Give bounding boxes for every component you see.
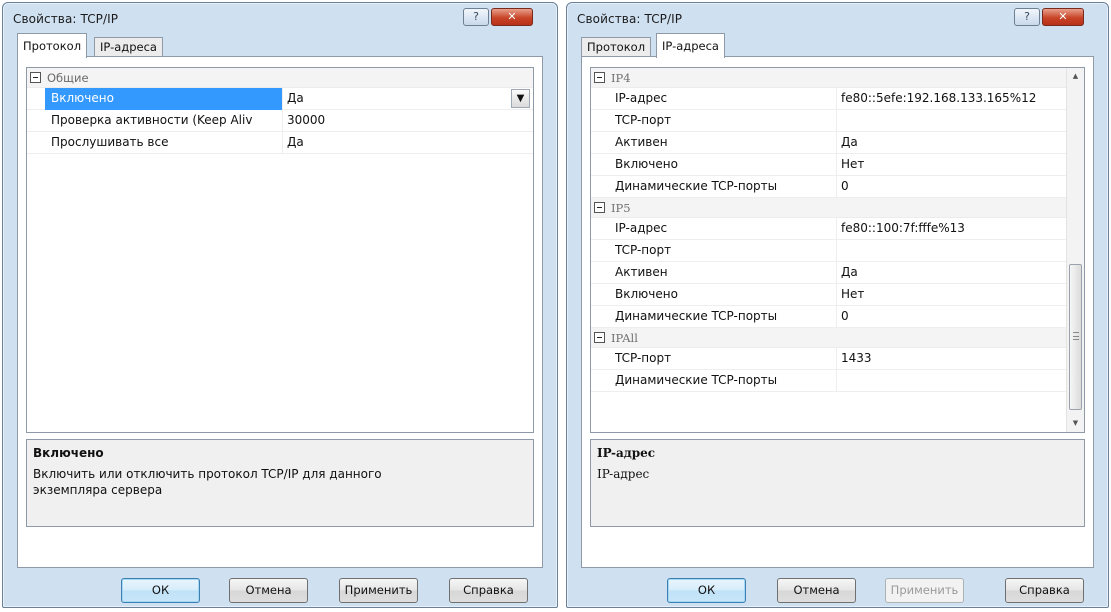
property-name[interactable]: Прослушивать все xyxy=(45,132,283,154)
tcpip-properties-dialog-protocol: Свойства: TCP/IP ? ✕ Протокол IP-адреса … xyxy=(2,2,558,608)
help-icon[interactable]: ? xyxy=(1014,8,1040,26)
property-row[interactable]: Динамические TCP-порты xyxy=(591,370,1084,392)
property-row[interactable]: Динамические TCP-порты 0 xyxy=(591,176,1084,198)
tab-ip-addresses[interactable]: IP-адреса xyxy=(94,37,163,57)
property-name[interactable]: Включено xyxy=(45,88,283,110)
apply-button[interactable]: Применить xyxy=(339,578,418,603)
arrow-up-icon[interactable]: ▲ xyxy=(1067,68,1084,85)
property-row[interactable]: TCP-порт xyxy=(591,240,1084,262)
title-bar: Свойства: TCP/IP ? ✕ xyxy=(567,3,1108,33)
property-row[interactable]: IP-адрес fe80::100:7f:fffe%13 xyxy=(591,218,1084,240)
property-name[interactable]: Активен xyxy=(609,132,837,154)
property-value[interactable]: Да xyxy=(283,132,304,154)
description-title: IP-адрес xyxy=(597,446,656,460)
property-value[interactable]: 1433 xyxy=(837,348,872,370)
property-name[interactable]: TCP-порт xyxy=(609,110,837,132)
help-button[interactable]: Справка xyxy=(1005,578,1084,603)
property-value[interactable]: 0 xyxy=(837,306,849,328)
property-name[interactable]: Проверка активности (Keep Aliv xyxy=(45,110,283,132)
property-value[interactable] xyxy=(837,110,841,132)
property-name[interactable]: TCP-порт xyxy=(609,348,837,370)
property-row-keep-alive[interactable]: Проверка активности (Keep Aliv 30000 xyxy=(27,110,533,132)
property-row[interactable]: IP-адрес fe80::5efe:192.168.133.165%12 xyxy=(591,88,1084,110)
button-row: ОК Отмена Применить Справка xyxy=(567,578,1108,603)
property-value[interactable]: Да xyxy=(837,132,858,154)
property-row[interactable]: Включено Нет xyxy=(591,154,1084,176)
property-name[interactable]: IP-адрес xyxy=(609,88,837,110)
category-row-ipall[interactable]: IPAll xyxy=(591,328,1084,348)
tab-page: IP4 IP-адрес fe80::5efe:192.168.133.165%1… xyxy=(581,56,1094,568)
arrow-down-icon[interactable]: ▼ xyxy=(1067,415,1084,432)
property-name[interactable]: Включено xyxy=(609,154,837,176)
property-name[interactable]: TCP-порт xyxy=(609,240,837,262)
collapse-icon[interactable] xyxy=(594,202,605,213)
property-name[interactable]: Динамические TCP-порты xyxy=(609,306,837,328)
property-name[interactable]: Динамические TCP-порты xyxy=(609,370,837,392)
property-row[interactable]: Включено Нет xyxy=(591,284,1084,306)
tab-protocol[interactable]: Протокол xyxy=(17,33,88,58)
description-panel: Включено Включить или отключить протокол… xyxy=(26,439,534,527)
property-value[interactable]: Нет xyxy=(837,154,864,176)
property-row-listen-all[interactable]: Прослушивать все Да xyxy=(27,132,533,154)
property-value[interactable]: fe80::5efe:192.168.133.165%12 xyxy=(837,88,1036,110)
tab-page: Общие Включено Да ▼ Проверка активности … xyxy=(17,56,543,568)
property-row[interactable]: TCP-порт xyxy=(591,110,1084,132)
window-title: Свойства: TCP/IP xyxy=(577,12,683,26)
property-value[interactable] xyxy=(837,370,841,392)
scrollbar-thumb[interactable] xyxy=(1069,264,1082,410)
property-row[interactable]: Динамические TCP-порты 0 xyxy=(591,306,1084,328)
ok-button[interactable]: ОК xyxy=(121,578,200,603)
collapse-icon[interactable] xyxy=(594,72,605,83)
description-panel: IP-адрес IP-адрес xyxy=(590,439,1085,527)
cancel-button[interactable]: Отмена xyxy=(229,578,308,603)
chevron-down-icon[interactable]: ▼ xyxy=(511,89,530,108)
category-label: IPAll xyxy=(611,331,638,345)
collapse-icon[interactable] xyxy=(30,72,41,83)
cancel-button[interactable]: Отмена xyxy=(777,578,856,603)
property-value[interactable]: 0 xyxy=(837,176,849,198)
property-name[interactable]: Динамические TCP-порты xyxy=(609,176,837,198)
property-row[interactable]: TCP-порт 1433 xyxy=(591,348,1084,370)
property-value[interactable]: 30000 xyxy=(283,110,325,132)
grip-icon xyxy=(1073,332,1079,340)
property-row-enabled[interactable]: Включено Да ▼ xyxy=(27,88,533,110)
category-label: Общие xyxy=(47,71,89,85)
description-text: Включить или отключить протокол TCP/IP д… xyxy=(33,467,382,497)
property-name[interactable]: Включено xyxy=(609,284,837,306)
property-row[interactable]: Активен Да xyxy=(591,262,1084,284)
button-row: ОК Отмена Применить Справка xyxy=(3,578,557,603)
category-label: IP5 xyxy=(611,201,631,215)
property-value[interactable]: Да xyxy=(283,88,304,110)
description-text: IP-адрес xyxy=(597,467,650,481)
property-value[interactable] xyxy=(837,240,841,262)
help-icon[interactable]: ? xyxy=(463,8,489,26)
category-row-ip5[interactable]: IP5 xyxy=(591,198,1084,218)
ok-button[interactable]: ОК xyxy=(667,578,746,603)
property-name[interactable]: IP-адрес xyxy=(609,218,837,240)
collapse-icon[interactable] xyxy=(594,332,605,343)
window-title: Свойства: TCP/IP xyxy=(13,12,119,26)
tab-ip-addresses[interactable]: IP-адреса xyxy=(656,33,725,58)
property-row[interactable]: Активен Да xyxy=(591,132,1084,154)
property-value[interactable]: fe80::100:7f:fffe%13 xyxy=(837,218,965,240)
category-row-ip4[interactable]: IP4 xyxy=(591,68,1084,88)
property-grid: IP4 IP-адрес fe80::5efe:192.168.133.165%1… xyxy=(590,67,1085,433)
close-icon[interactable]: ✕ xyxy=(1042,8,1084,26)
property-value[interactable]: Да xyxy=(837,262,858,284)
category-label: IP4 xyxy=(611,71,631,85)
help-button[interactable]: Справка xyxy=(449,578,528,603)
tab-protocol[interactable]: Протокол xyxy=(581,37,652,57)
title-bar: Свойства: TCP/IP ? ✕ xyxy=(3,3,557,33)
description-title: Включено xyxy=(33,446,104,460)
property-value[interactable]: Нет xyxy=(837,284,864,306)
close-icon[interactable]: ✕ xyxy=(491,8,533,26)
property-grid: Общие Включено Да ▼ Проверка активности … xyxy=(26,67,534,433)
property-name[interactable]: Активен xyxy=(609,262,837,284)
vertical-scrollbar[interactable]: ▲ ▼ xyxy=(1066,68,1084,432)
apply-button[interactable]: Применить xyxy=(885,578,964,603)
tcpip-properties-dialog-ip-addresses: Свойства: TCP/IP ? ✕ Протокол IP-адреса … xyxy=(566,2,1109,608)
category-row[interactable]: Общие xyxy=(27,68,533,88)
